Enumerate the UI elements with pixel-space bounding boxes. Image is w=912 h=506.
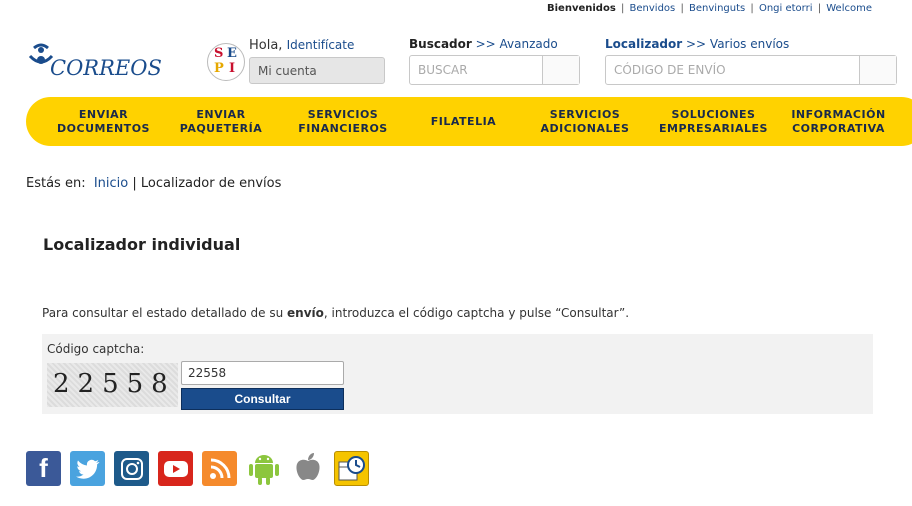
breadcrumb: Estás en: Inicio | Localizador de envíos bbox=[26, 176, 282, 191]
nav-servicios-financieros[interactable]: SERVICIOS FINANCIEROS bbox=[284, 97, 402, 146]
tracking-search-button[interactable] bbox=[859, 56, 896, 84]
captcha-input[interactable] bbox=[181, 361, 344, 385]
main-nav: ENVIAR DOCUMENTOS ENVIAR PAQUETERÍA SERV… bbox=[26, 97, 912, 146]
nav-enviar-paqueteria[interactable]: ENVIAR PAQUETERÍA bbox=[166, 97, 276, 146]
brand-name: CORREOS bbox=[50, 56, 162, 80]
captcha-image: 22558 bbox=[47, 363, 178, 407]
captcha-label: Código captcha: bbox=[47, 342, 145, 356]
nav-servicios-adicionales[interactable]: SERVICIOS ADICIONALES bbox=[526, 97, 644, 146]
rss-icon[interactable] bbox=[202, 451, 237, 486]
search-button[interactable] bbox=[542, 56, 579, 84]
youtube-icon[interactable] bbox=[158, 451, 193, 486]
search-label: Buscador >> Avanzado bbox=[409, 37, 558, 51]
apple-icon[interactable] bbox=[290, 451, 325, 486]
my-account-button[interactable]: Mi cuenta bbox=[249, 57, 385, 84]
facebook-icon[interactable]: f bbox=[26, 451, 61, 486]
sepi-logo: S E P I bbox=[207, 43, 245, 81]
multi-tracking-link[interactable]: >> Varios envíos bbox=[686, 37, 789, 51]
breadcrumb-current: Localizador de envíos bbox=[140, 176, 282, 191]
consultar-button[interactable]: Consultar bbox=[181, 388, 344, 410]
tracking-code-input[interactable]: CÓDIGO DE ENVÍO bbox=[605, 55, 897, 85]
android-icon[interactable] bbox=[246, 451, 281, 486]
nav-filatelia[interactable]: FILATELIA bbox=[411, 97, 516, 146]
search-input[interactable]: BUSCAR bbox=[409, 55, 580, 85]
login-link[interactable]: Identifícate bbox=[287, 38, 355, 52]
breadcrumb-home-link[interactable]: Inicio bbox=[94, 176, 128, 191]
language-bar: Bienvenidos | Benvidos | Benvinguts | On… bbox=[547, 3, 872, 14]
captcha-panel: Código captcha: 22558 Consultar bbox=[42, 334, 873, 414]
nav-enviar-documentos[interactable]: ENVIAR DOCUMENTOS bbox=[46, 97, 161, 146]
nav-informacion-corporativa[interactable]: INFORMACIÓN CORPORATIVA bbox=[781, 97, 896, 146]
page-title: Localizador individual bbox=[43, 235, 241, 254]
correos-logo[interactable]: CORREOS bbox=[28, 42, 163, 84]
lang-english-link[interactable]: Welcome bbox=[826, 3, 872, 14]
instructions-text: Para consultar el estado detallado de su… bbox=[42, 306, 630, 320]
lang-catalan-link[interactable]: Benvinguts bbox=[689, 3, 745, 14]
lang-basque-link[interactable]: Ongi etorri bbox=[759, 3, 813, 14]
lang-current: Bienvenidos bbox=[547, 3, 616, 14]
instagram-icon[interactable] bbox=[114, 451, 149, 486]
greeting: Hola, Identifícate bbox=[249, 38, 355, 53]
nav-soluciones-empresariales[interactable]: SOLUCIONES EMPRESARIALES bbox=[651, 97, 776, 146]
schedule-icon[interactable] bbox=[334, 451, 369, 486]
locator-label: Localizador >> Varios envíos bbox=[605, 37, 790, 51]
advanced-search-link[interactable]: >> Avanzado bbox=[476, 37, 558, 51]
lang-galician-link[interactable]: Benvidos bbox=[630, 3, 676, 14]
twitter-icon[interactable] bbox=[70, 451, 105, 486]
